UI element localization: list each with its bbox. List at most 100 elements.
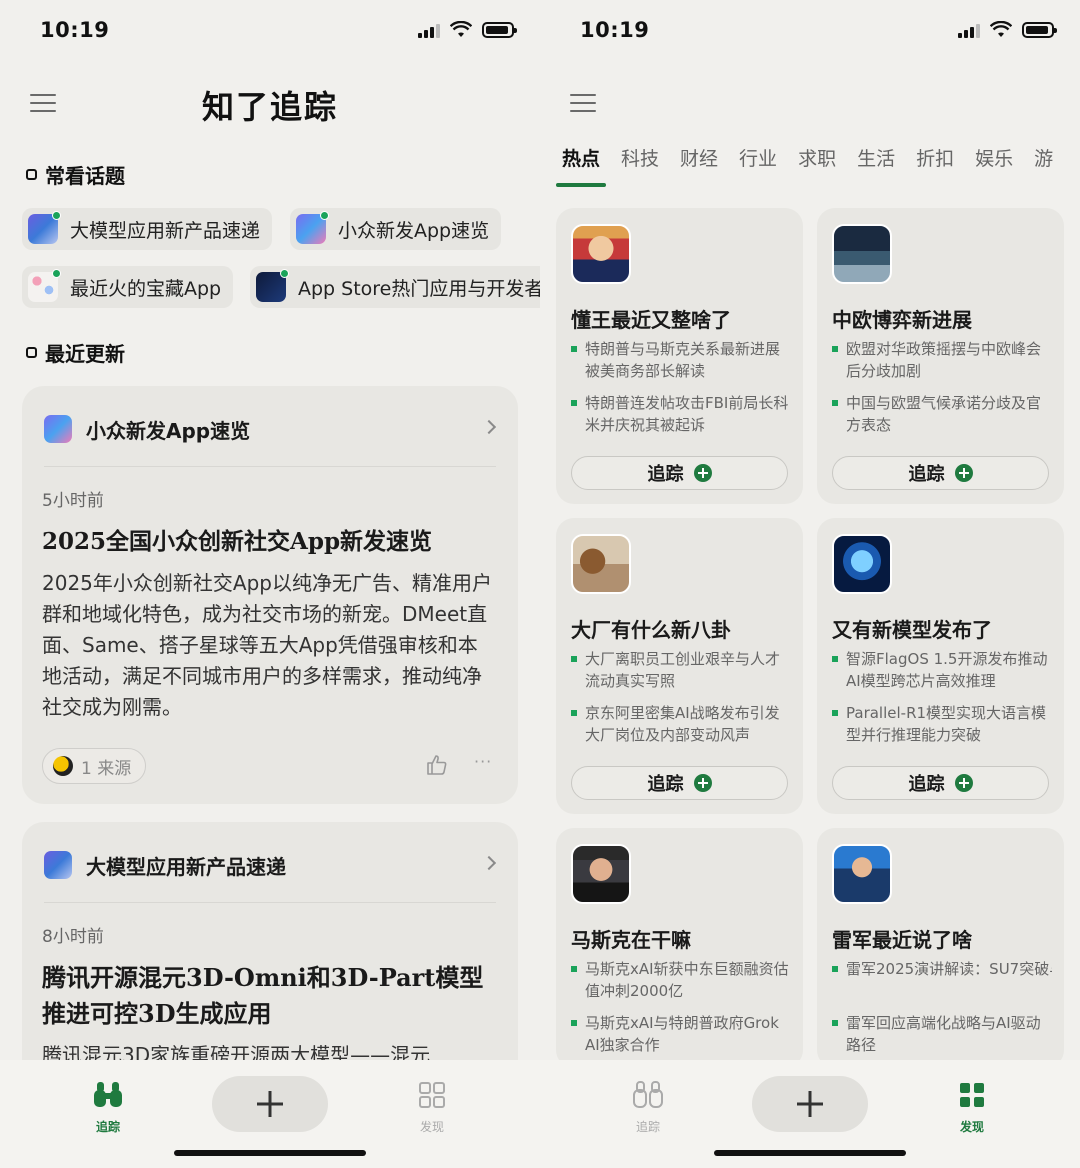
topic-card[interactable]: 中欧博弈新进展 欧盟对华政策摇摆与中欧峰会后分歧加剧 中国与欧盟气候承诺分歧及官… — [817, 208, 1064, 504]
menu-icon[interactable] — [30, 94, 56, 114]
topic-card[interactable]: 大厂有什么新八卦 大厂离职员工创业艰辛与人才流动真实写照 京东阿里密集AI战略发… — [556, 518, 803, 814]
card-topic-header[interactable]: 大模型应用新产品速递 — [44, 848, 497, 882]
card-time: 5小时前 — [42, 491, 104, 511]
topic-item[interactable]: 马斯克xAI与特朗普政府Grok AI独家合作 — [571, 1012, 791, 1056]
home-indicator — [714, 1150, 906, 1156]
chevron-right-icon[interactable] — [481, 855, 497, 871]
new-dot-icon — [52, 269, 61, 278]
thumbs-up-icon[interactable] — [426, 754, 448, 776]
topic-item[interactable]: Parallel-R1模型实现大语言模型并行推理能力突破 — [832, 702, 1052, 746]
card-time: 8小时前 — [42, 927, 104, 947]
update-card[interactable]: 小众新发App速览 5小时前 2025全国小众创新社交App新发速览 2025年… — [22, 386, 518, 804]
nav-discover[interactable]: 发现 — [932, 1080, 1012, 1135]
card-headline[interactable]: 2025全国小众创新社交App新发速览 — [42, 524, 498, 560]
tab-finance[interactable]: 财经 — [680, 144, 718, 174]
tab-life[interactable]: 生活 — [857, 144, 895, 174]
plus-icon — [954, 774, 973, 792]
card-topic-name: 小众新发App速览 — [86, 418, 251, 443]
chevron-right-icon[interactable] — [481, 419, 497, 435]
chip-label: 小众新发App速览 — [338, 219, 490, 242]
binoculars-icon — [94, 1082, 122, 1107]
nav-track-label: 追踪 — [635, 1120, 660, 1134]
active-tab-indicator — [556, 183, 606, 187]
card-topic-name: 大模型应用新产品速递 — [86, 854, 286, 879]
topic-title: 马斯克在干嘛 — [571, 928, 691, 952]
chip-hot-apps[interactable]: 最近火的宝藏App — [22, 266, 234, 308]
new-dot-icon — [320, 211, 329, 220]
battery-icon — [482, 22, 517, 38]
topic-item[interactable]: 雷军2025演讲解读：SU7突破与新一代车型技术路线全... — [832, 958, 1052, 980]
topic-item[interactable]: 中国与欧盟气候承诺分歧及官方表态 — [832, 392, 1052, 436]
chip-niche-apps[interactable]: 小众新发App速览 — [290, 208, 502, 250]
tab-industry[interactable]: 行业 — [739, 144, 777, 174]
topic-avatar — [571, 534, 631, 594]
category-tabs: 热点 科技 财经 行业 求职 生活 折扣 娱乐 游 — [562, 144, 1080, 174]
tab-games[interactable]: 游 — [1034, 144, 1059, 174]
appstore-thumb-icon — [256, 269, 289, 302]
bottom-nav: 追踪 发现 — [540, 1060, 1080, 1168]
topic-item[interactable]: 雷军回应高端化战略与AI驱动路径 — [832, 1012, 1052, 1056]
follow-button[interactable]: 追踪 — [571, 456, 788, 490]
divider — [44, 466, 496, 467]
follow-button[interactable]: 追踪 — [832, 766, 1049, 800]
topic-card[interactable]: 又有新模型发布了 智源FlagOS 1.5开源发布推动AI模型跨芯片高效推理 P… — [817, 518, 1064, 814]
tab-hot[interactable]: 热点 — [562, 144, 600, 174]
wifi-icon — [450, 21, 472, 37]
frequent-topics-label: 常看话题 — [45, 164, 125, 188]
tab-entertainment[interactable]: 娱乐 — [975, 144, 1013, 174]
chip-label: 最近火的宝藏App — [70, 277, 222, 300]
apps-thumb-icon — [296, 211, 329, 244]
discover-screen: 10:19 热点 科技 财经 行业 求职 生活 折扣 娱乐 游 懂王最近又整啥了… — [540, 0, 1080, 1168]
card-topic-header[interactable]: 小众新发App速览 — [44, 412, 497, 446]
topic-title: 雷军最近说了啥 — [832, 928, 972, 952]
topic-card[interactable]: 懂王最近又整啥了 特朗普与马斯克关系最新进展被美商务部长解读 特朗普连发帖攻击F… — [556, 208, 803, 504]
follow-button[interactable]: 追踪 — [571, 766, 788, 800]
chip-appstore[interactable]: App Store热门应用与开发者 — [250, 266, 540, 308]
card-headline[interactable]: 腾讯开源混元3D-Omni和3D-Part模型推进可控3D生成应用 — [42, 960, 498, 1032]
tab-tech[interactable]: 科技 — [621, 144, 659, 174]
topic-avatar — [571, 224, 631, 284]
topic-avatar — [832, 534, 892, 594]
menu-icon[interactable] — [570, 94, 596, 114]
recent-updates-heading: 最近更新 — [26, 338, 125, 367]
topic-item[interactable]: 大厂离职员工创业艰辛与人才流动真实写照 — [571, 648, 791, 692]
topic-item[interactable]: 特朗普与马斯克关系最新进展被美商务部长解读 — [571, 338, 791, 382]
topic-card[interactable]: 雷军最近说了啥 雷军2025演讲解读：SU7突破与新一代车型技术路线全... 雷… — [817, 828, 1064, 1068]
topic-item[interactable]: 智源FlagOS 1.5开源发布推动AI模型跨芯片高效推理 — [832, 648, 1052, 692]
add-button[interactable] — [752, 1076, 868, 1132]
nav-discover[interactable]: 发现 — [392, 1080, 472, 1135]
topic-item[interactable]: 特朗普连发帖攻击FBI前局长科米并庆祝其被起诉 — [571, 392, 791, 436]
source-button[interactable]: 1 来源 — [42, 748, 147, 784]
tab-jobs[interactable]: 求职 — [798, 144, 836, 174]
plus-icon — [693, 774, 712, 792]
follow-label: 追踪 — [908, 464, 945, 485]
topic-card[interactable]: 马斯克在干嘛 马斯克xAI斩获中东巨额融资估值冲刺2000亿 马斯克xAI与特朗… — [556, 828, 803, 1068]
add-button[interactable] — [212, 1076, 328, 1132]
nav-track[interactable]: 追踪 — [608, 1080, 688, 1135]
grid-icon — [419, 1082, 445, 1108]
nav-track[interactable]: 追踪 — [68, 1080, 148, 1135]
topic-item[interactable]: 欧盟对华政策摇摆与中欧峰会后分歧加剧 — [832, 338, 1052, 382]
signal-icon — [418, 24, 440, 38]
recent-updates-label: 最近更新 — [45, 342, 125, 366]
apps-thumb-icon — [44, 415, 72, 443]
section-bullet-icon — [26, 169, 37, 180]
new-dot-icon — [280, 269, 289, 278]
topic-title: 大厂有什么新八卦 — [571, 618, 731, 642]
more-options-icon[interactable]: ··· — [474, 752, 492, 771]
source-logo-icon — [53, 756, 73, 776]
status-bar: 10:19 — [40, 18, 517, 48]
topic-avatar — [832, 844, 892, 904]
bottom-nav: 追踪 发现 — [0, 1060, 540, 1168]
chip-llm-products[interactable]: 大模型应用新产品速递 — [22, 208, 273, 250]
topic-item[interactable]: 马斯克xAI斩获中东巨额融资估值冲刺2000亿 — [571, 958, 791, 1002]
plus-icon — [954, 464, 973, 482]
topic-title: 懂王最近又整啥了 — [571, 308, 731, 332]
battery-icon — [1022, 22, 1057, 38]
llm-thumb-icon — [28, 211, 61, 244]
grid-icon — [960, 1083, 984, 1107]
topic-item[interactable]: 京东阿里密集AI战略发布引发大厂岗位及内部变动风声 — [571, 702, 791, 746]
follow-button[interactable]: 追踪 — [832, 456, 1049, 490]
tab-discount[interactable]: 折扣 — [916, 144, 954, 174]
status-time: 10:19 — [40, 18, 110, 42]
